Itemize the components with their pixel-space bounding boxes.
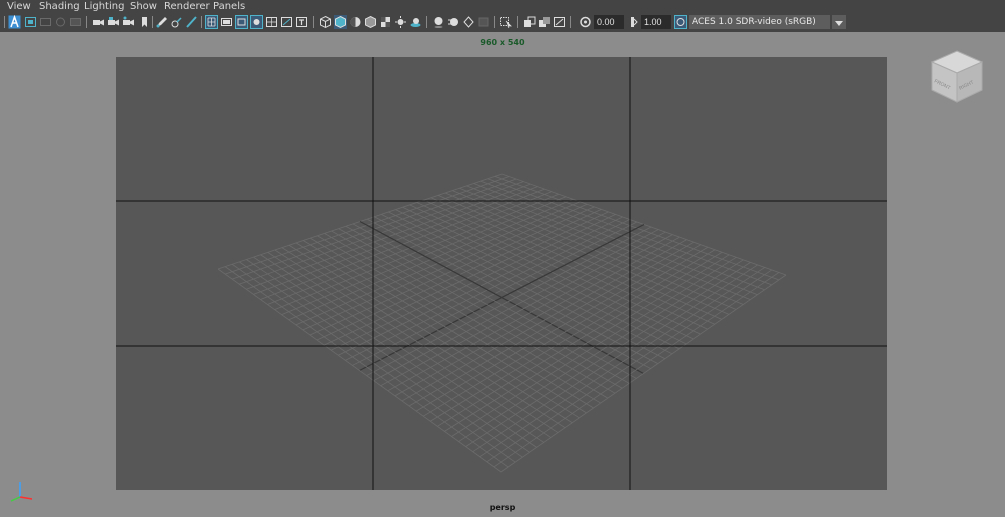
camera-lock-icon[interactable] bbox=[107, 15, 120, 29]
grid-line bbox=[239, 261, 523, 458]
anti-aliasing-icon[interactable] bbox=[462, 15, 475, 29]
motion-blur-icon[interactable] bbox=[447, 15, 460, 29]
toolbar-separator bbox=[426, 16, 427, 28]
menu-show[interactable]: Show bbox=[130, 1, 157, 13]
camera-sequencer-icon[interactable] bbox=[170, 15, 183, 29]
color-management-icon[interactable] bbox=[674, 15, 687, 29]
grid-line bbox=[472, 264, 758, 453]
menu-shading[interactable]: Shading bbox=[39, 1, 80, 13]
grid-line bbox=[465, 262, 751, 447]
image-plane-icon[interactable] bbox=[54, 15, 67, 29]
depth-of-field-icon[interactable] bbox=[477, 15, 490, 29]
film-gate-icon[interactable] bbox=[220, 15, 233, 29]
brush-icon[interactable] bbox=[185, 15, 198, 29]
exposure-input[interactable] bbox=[594, 15, 624, 29]
menu-renderer[interactable]: Renderer bbox=[164, 1, 210, 13]
toolbar-separator bbox=[152, 16, 153, 28]
menu-view[interactable]: View bbox=[7, 1, 31, 13]
resolution-gate-icon[interactable] bbox=[235, 15, 248, 29]
view-transform-dropdown[interactable]: ACES 1.0 SDR-video (sRGB) bbox=[689, 15, 830, 29]
field-chart-icon[interactable] bbox=[265, 15, 278, 29]
grease-pencil-icon[interactable] bbox=[155, 15, 168, 29]
xray-components-icon[interactable] bbox=[553, 15, 566, 29]
gamma-input[interactable] bbox=[641, 15, 671, 29]
toolbar-separator bbox=[313, 16, 314, 28]
safe-action-icon[interactable] bbox=[280, 15, 293, 29]
camera-icon[interactable] bbox=[92, 15, 105, 29]
menu-lighting[interactable]: Lighting bbox=[84, 1, 124, 13]
two-d-pan-zoom-icon[interactable] bbox=[69, 15, 82, 29]
bookmark-icon[interactable] bbox=[138, 15, 151, 29]
isolate-select-icon[interactable] bbox=[499, 15, 512, 29]
axis-indicator bbox=[8, 478, 34, 504]
toolbar-separator bbox=[570, 16, 571, 28]
panel-toolbar: ACES 1.0 SDR-video (sRGB) bbox=[0, 13, 1005, 32]
use-all-lights-icon[interactable] bbox=[394, 15, 407, 29]
grid-line bbox=[217, 268, 502, 473]
camera-attributes-icon[interactable] bbox=[24, 15, 37, 29]
select-camera-icon[interactable] bbox=[8, 15, 21, 29]
wireframe-on-shaded-icon[interactable] bbox=[364, 15, 377, 29]
exposure-icon[interactable] bbox=[579, 15, 592, 29]
menu-bar: View Shading Lighting Show Renderer Pane… bbox=[0, 0, 1005, 13]
gamma-icon[interactable] bbox=[627, 15, 640, 29]
view-cube[interactable]: FRONT RIGHT bbox=[930, 48, 984, 104]
camera-name-label: persp bbox=[489, 503, 516, 512]
menu-panels[interactable]: Panels bbox=[213, 1, 245, 13]
xray-icon[interactable] bbox=[523, 15, 536, 29]
camera-aim-icon[interactable] bbox=[122, 15, 135, 29]
default-material-icon[interactable] bbox=[349, 15, 362, 29]
toolbar-separator bbox=[494, 16, 495, 28]
toolbar-separator bbox=[517, 16, 518, 28]
ambient-occlusion-icon[interactable] bbox=[432, 15, 445, 29]
grid-line bbox=[231, 263, 516, 463]
toolbar-separator bbox=[201, 16, 202, 28]
toolbar-separator bbox=[86, 16, 87, 28]
grid-line bbox=[246, 259, 530, 453]
textured-icon[interactable] bbox=[379, 15, 392, 29]
safe-title-icon[interactable] bbox=[295, 15, 308, 29]
grid-icon[interactable] bbox=[205, 15, 218, 29]
chevron-down-icon[interactable] bbox=[832, 15, 846, 29]
bookmarks-icon[interactable] bbox=[39, 15, 52, 29]
resolution-label: 960 x 540 bbox=[480, 38, 525, 47]
wireframe-icon[interactable] bbox=[319, 15, 332, 29]
resolution-gate bbox=[116, 57, 887, 490]
grid-line bbox=[479, 267, 765, 458]
toolbar-separator bbox=[4, 16, 5, 28]
xray-joints-icon[interactable] bbox=[538, 15, 551, 29]
smooth-shade-icon[interactable] bbox=[334, 15, 347, 29]
gate-mask-icon[interactable] bbox=[250, 15, 263, 29]
shadows-icon[interactable] bbox=[409, 15, 422, 29]
grid-line bbox=[224, 266, 509, 468]
ground-grid bbox=[116, 57, 887, 490]
grid-line bbox=[486, 269, 773, 463]
